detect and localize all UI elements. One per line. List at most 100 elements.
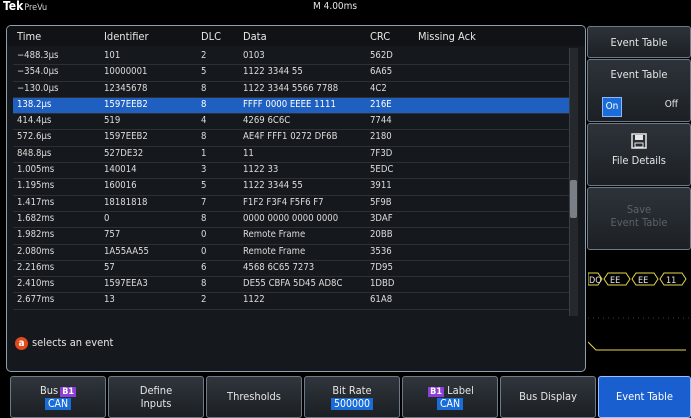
on-off-toggle[interactable]: On Off bbox=[602, 97, 678, 117]
cell-data: DE55 CBFA 5D45 AD8C bbox=[243, 278, 343, 290]
cell-dlc: 0 bbox=[201, 245, 207, 257]
cell-identifier: 1597EEA3 bbox=[104, 278, 148, 290]
timebase-readout: M 4.00ms bbox=[313, 1, 358, 12]
table-row[interactable]: 1.417ms 18181818 7 F1F2 F3F4 F5F6 F7 5F9B bbox=[13, 196, 571, 212]
cell-data: 11 bbox=[243, 147, 254, 159]
cell-data: 4269 6C6C bbox=[243, 115, 291, 127]
column-missing-ack: Missing Ack bbox=[418, 30, 476, 43]
cell-dlc: 8 bbox=[201, 278, 207, 290]
cell-crc: 7744 bbox=[370, 115, 392, 127]
cell-crc: 4C2 bbox=[370, 82, 387, 94]
cell-time: −130.0μs bbox=[17, 82, 59, 94]
cell-time: 2.080ms bbox=[17, 245, 55, 257]
scrollbar[interactable] bbox=[569, 48, 578, 316]
table-header: Time Identifier DLC Data CRC Missing Ack bbox=[7, 26, 585, 46]
table-row[interactable]: 1.982ms 757 0 Remote Frame 20BB bbox=[13, 228, 571, 245]
table-row[interactable]: −488.3μs 101 2 0103 562D bbox=[13, 49, 571, 66]
cell-crc: 3911 bbox=[370, 180, 392, 192]
table-row[interactable]: −130.0μs 12345678 8 1122 3344 5566 7788 4C2 bbox=[13, 82, 571, 98]
define-inputs-button[interactable]: Define Inputs bbox=[108, 376, 204, 418]
table-row[interactable]: 2.216ms 57 6 4568 6C65 7273 7D95 bbox=[13, 261, 571, 278]
save-disk-icon bbox=[631, 133, 647, 149]
cell-data: Remote Frame bbox=[243, 245, 306, 257]
cell-data: 1122 3344 55 bbox=[243, 66, 303, 78]
table-row[interactable]: 2.410ms 1597EEA3 8 DE55 CBFA 5D45 AD8C 1DBD bbox=[13, 277, 571, 294]
bus-value-3: 11 bbox=[666, 276, 676, 286]
table-row[interactable]: 572.6μs 1597EEB2 8 AE4F FFF1 0272 DF6B 2180 bbox=[13, 130, 571, 147]
column-data: Data bbox=[243, 30, 267, 43]
cell-crc: 216E bbox=[370, 98, 392, 110]
cell-time: 2.410ms bbox=[17, 278, 55, 290]
cell-time: 2.677ms bbox=[17, 294, 55, 306]
cell-time: 1.417ms bbox=[17, 196, 55, 208]
bus-value-0: DO bbox=[589, 276, 602, 286]
hint-text: a selects an event bbox=[15, 336, 113, 350]
cell-data: 1122 3344 55 bbox=[243, 180, 303, 192]
hint-label: selects an event bbox=[32, 336, 114, 349]
table-row[interactable]: 138.2μs 1597EEB2 8 FFFF 0000 EEEE 1111 216E bbox=[13, 97, 571, 115]
bus-button[interactable]: Bus B1 CAN bbox=[10, 376, 106, 418]
cell-dlc: 8 bbox=[201, 98, 207, 110]
cell-dlc: 4 bbox=[201, 115, 207, 127]
table-row[interactable]: 414.4μs 519 4 4269 6C6C 7744 bbox=[13, 114, 571, 131]
cell-identifier: 13 bbox=[104, 294, 115, 306]
cell-data: 1122 bbox=[243, 294, 265, 306]
table-row[interactable]: 848.8μs 527DE32 1 11 7F3D bbox=[13, 147, 571, 164]
cell-identifier: 101 bbox=[104, 50, 121, 61]
cell-data: 1122 3344 5566 7788 bbox=[243, 82, 339, 94]
cell-crc: 61A8 bbox=[370, 294, 393, 306]
file-details-button[interactable]: File Details bbox=[587, 123, 691, 186]
table-row[interactable]: −354.0μs 10000001 5 1122 3344 55 6A65 bbox=[13, 65, 571, 82]
cell-time: 1.005ms bbox=[17, 164, 55, 176]
bottom-menu: Bus B1 CAN Define Inputs Thresholds Bit R… bbox=[0, 376, 691, 418]
toggle-on[interactable]: On bbox=[602, 97, 622, 117]
cell-identifier: 57 bbox=[104, 261, 115, 273]
side-menu-title: Event Table bbox=[587, 26, 691, 58]
scrollbar-thumb[interactable] bbox=[570, 180, 577, 218]
cell-crc: 562D bbox=[370, 50, 393, 61]
cell-crc: 5EDC bbox=[370, 164, 394, 176]
table-row[interactable]: 2.080ms 1A55AA55 0 Remote Frame 3536 bbox=[13, 245, 571, 261]
thresholds-button[interactable]: Thresholds bbox=[206, 376, 302, 418]
cell-crc: 3DAF bbox=[370, 212, 393, 224]
cell-data: 0103 bbox=[243, 50, 265, 61]
toggle-off[interactable]: Off bbox=[665, 99, 678, 110]
bus-value: CAN bbox=[44, 398, 72, 410]
bit-rate-button[interactable]: Bit Rate 500000 bbox=[304, 376, 400, 418]
save-event-table-button[interactable]: Save Event Table bbox=[587, 187, 691, 250]
table-row[interactable]: 1.005ms 140014 3 1122 33 5EDC bbox=[13, 163, 571, 180]
bus-display-button[interactable]: Bus Display bbox=[500, 376, 596, 418]
table-row[interactable]: 2.677ms 13 2 1122 61A8 bbox=[13, 293, 571, 310]
bus-value-2: EE bbox=[638, 276, 648, 286]
cell-time: 848.8μs bbox=[17, 147, 52, 159]
cell-data: Remote Frame bbox=[243, 229, 306, 241]
cell-time: 1.982ms bbox=[17, 229, 55, 241]
save-label-line2: Event Table bbox=[610, 216, 668, 229]
define-label-1: Define bbox=[139, 384, 173, 397]
cell-crc: 2180 bbox=[370, 131, 392, 143]
bus-decode: DO EE EE 11 bbox=[588, 272, 687, 286]
file-details-label: File Details bbox=[612, 154, 666, 167]
cell-identifier: 140014 bbox=[104, 164, 137, 176]
cell-identifier: 12345678 bbox=[104, 82, 148, 94]
label-button[interactable]: B1 Label CAN bbox=[402, 376, 498, 418]
event-table-toggle-button[interactable]: Event Table On Off bbox=[587, 59, 691, 122]
cell-time: 138.2μs bbox=[17, 98, 52, 110]
brand-sub: PreVu bbox=[24, 3, 48, 13]
cell-dlc: 8 bbox=[201, 82, 207, 94]
bit-rate-value: 500000 bbox=[330, 398, 374, 410]
cell-dlc: 7 bbox=[201, 196, 207, 208]
cell-identifier: 527DE32 bbox=[104, 147, 144, 159]
event-table-button[interactable]: Event Table bbox=[598, 376, 691, 418]
table-row[interactable]: 1.682ms 0 8 0000 0000 0000 0000 3DAF bbox=[13, 212, 571, 229]
cell-identifier: 0 bbox=[104, 212, 110, 224]
bus-badge: B1 bbox=[60, 387, 77, 397]
column-crc: CRC bbox=[370, 30, 391, 43]
cell-dlc: 8 bbox=[201, 131, 207, 143]
column-identifier: Identifier bbox=[104, 30, 149, 43]
waveform-area: DO EE EE 11 bbox=[588, 247, 691, 351]
cell-identifier: 519 bbox=[104, 115, 121, 127]
cell-time: −354.0μs bbox=[17, 66, 59, 78]
cell-dlc: 1 bbox=[201, 147, 207, 159]
table-row[interactable]: 1.195ms 160016 5 1122 3344 55 3911 bbox=[13, 179, 571, 196]
